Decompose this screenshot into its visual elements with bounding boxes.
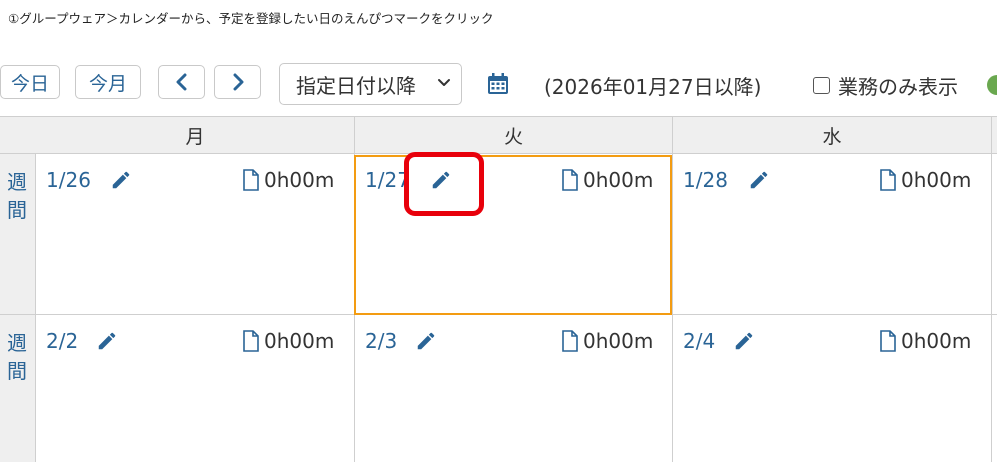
document-icon	[562, 330, 578, 352]
header-wednesday: 水	[822, 125, 842, 148]
pencil-icon[interactable]	[748, 169, 770, 191]
document-icon	[243, 330, 259, 352]
week-label-2[interactable]: 週間	[0, 315, 36, 462]
calendar-grid: 月 火 水 週間 週間 1/26 0h00m 1/27 0h00m 1/28 0…	[0, 116, 997, 462]
duration-text: 0h00m	[583, 168, 654, 192]
duration-text: 0h00m	[583, 329, 654, 353]
day-date[interactable]: 2/4	[683, 329, 715, 353]
chevron-left-icon	[176, 73, 186, 91]
day-date[interactable]: 2/3	[365, 329, 397, 353]
day-date[interactable]: 1/26	[46, 168, 91, 192]
today-button[interactable]: 今日	[0, 65, 60, 99]
duration-display: 0h00m	[879, 168, 971, 192]
pencil-icon[interactable]	[96, 330, 118, 352]
duration-text: 0h00m	[264, 168, 335, 192]
instruction-text: ①グループウェア＞カレンダーから、予定を登録したい日のえんぴつマークをクリック	[8, 11, 494, 26]
calendar-toolbar: 今日 今月 指定日付以降 (2026年01月27日以降) 業務のみ表示	[0, 62, 997, 106]
day-cell[interactable]: 1/26 0h00m	[36, 154, 354, 314]
document-icon	[880, 330, 896, 352]
day-cell[interactable]: 1/28 0h00m	[673, 154, 991, 314]
duration-display: 0h00m	[879, 329, 971, 353]
weekday-header-row: 月 火 水	[0, 116, 997, 154]
day-cell[interactable]: 2/3 0h00m	[355, 315, 672, 475]
duration-text: 0h00m	[901, 329, 972, 353]
day-cell[interactable]: 1/27 0h00m	[355, 154, 672, 314]
duration-display: 0h00m	[561, 329, 653, 353]
this-month-button[interactable]: 今月	[75, 65, 141, 99]
pencil-icon[interactable]	[430, 169, 452, 191]
date-range-text: (2026年01月27日以降)	[544, 75, 762, 99]
document-icon	[243, 169, 259, 191]
chevron-down-icon	[438, 79, 450, 86]
document-icon	[880, 169, 896, 191]
business-only-label: 業務のみ表示	[838, 75, 958, 99]
business-only-toggle[interactable]: 業務のみ表示	[813, 71, 958, 100]
next-button[interactable]	[214, 65, 261, 99]
header-monday: 月	[185, 125, 205, 148]
day-date[interactable]: 2/2	[46, 329, 78, 353]
day-date[interactable]: 1/27	[365, 168, 410, 192]
divider	[991, 116, 992, 462]
pencil-icon[interactable]	[110, 169, 132, 191]
pencil-icon[interactable]	[733, 330, 755, 352]
week-label-text: 週間	[7, 170, 27, 222]
business-only-checkbox[interactable]	[813, 77, 830, 94]
day-date[interactable]: 1/28	[683, 168, 728, 192]
date-range-select-value: 指定日付以降	[296, 73, 416, 98]
day-cell[interactable]: 2/2 0h00m	[36, 315, 354, 475]
pencil-icon[interactable]	[415, 330, 437, 352]
duration-display: 0h00m	[242, 329, 334, 353]
duration-text: 0h00m	[901, 168, 972, 192]
header-tuesday: 火	[503, 125, 523, 148]
duration-display: 0h00m	[561, 168, 653, 192]
prev-button[interactable]	[158, 65, 205, 99]
duration-text: 0h00m	[264, 329, 335, 353]
day-cell[interactable]: 2/4 0h00m	[673, 315, 991, 475]
chevron-right-icon	[233, 73, 243, 91]
duration-display: 0h00m	[242, 168, 334, 192]
calendar-icon[interactable]	[486, 72, 510, 96]
week-label-text: 週間	[7, 331, 27, 383]
document-icon	[562, 169, 578, 191]
week-label-1[interactable]: 週間	[0, 154, 36, 314]
date-range-select[interactable]: 指定日付以降	[279, 63, 462, 105]
add-icon[interactable]	[987, 75, 997, 95]
